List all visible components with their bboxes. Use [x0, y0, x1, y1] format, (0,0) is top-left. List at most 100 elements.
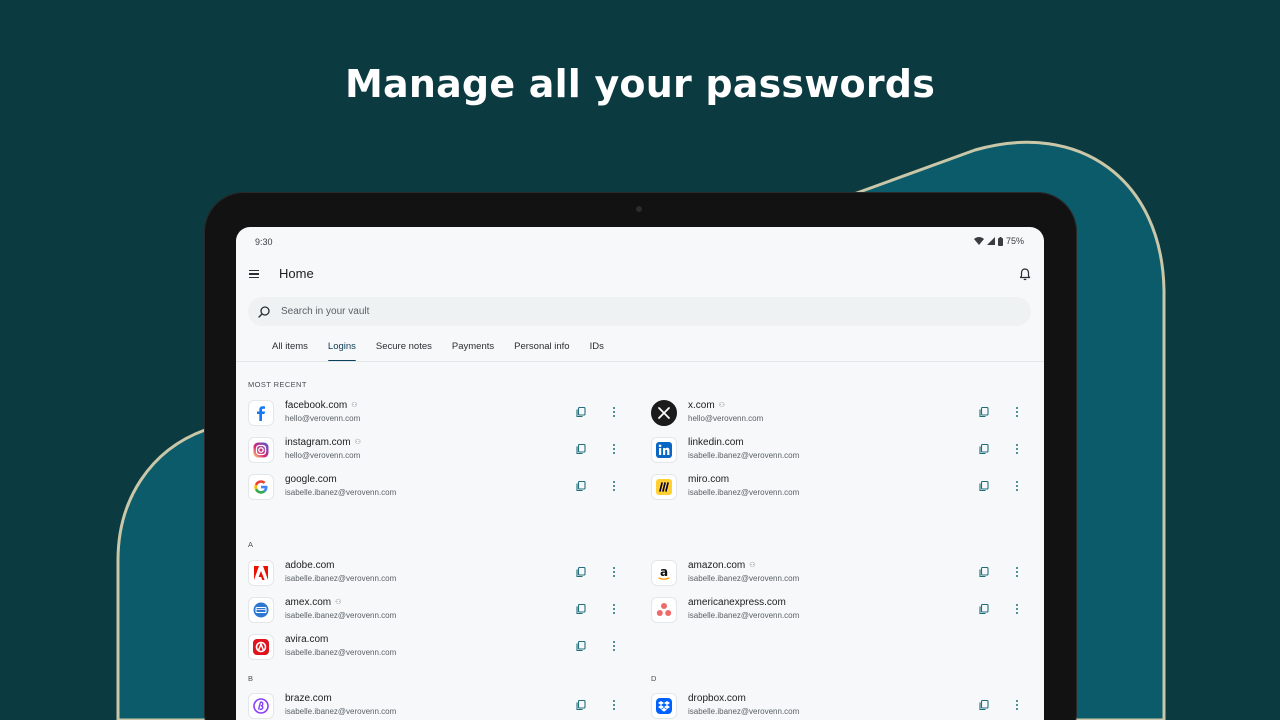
list-item-dropbox[interactable]: dropbox.com isabelle.ibanez@verovenn.com	[651, 688, 1034, 720]
username: isabelle.ibanez@verovenn.com	[285, 707, 397, 716]
site-name: dropbox.com	[688, 693, 746, 704]
username: hello@verovenn.com	[285, 414, 361, 423]
page-title: Home	[279, 266, 314, 281]
shared-icon: ⚇	[351, 402, 358, 409]
copy-icon[interactable]	[575, 443, 587, 455]
more-icon[interactable]	[1011, 603, 1023, 615]
username: hello@verovenn.com	[285, 451, 361, 460]
copy-icon[interactable]	[575, 699, 587, 711]
tab-logins[interactable]: Logins	[327, 337, 356, 362]
site-name: linkedin.com	[688, 437, 744, 448]
search-bar[interactable]	[248, 297, 1031, 326]
site-name: x.com ⚇	[688, 400, 725, 411]
google-icon	[248, 474, 274, 500]
site-name: amazon.com ⚇	[688, 560, 756, 571]
username: isabelle.ibanez@verovenn.com	[688, 707, 800, 716]
more-icon[interactable]	[608, 566, 620, 578]
copy-icon[interactable]	[575, 640, 587, 652]
wifi-icon	[973, 237, 984, 245]
site-name: amex.com ⚇	[285, 597, 342, 608]
search-input[interactable]	[281, 306, 881, 317]
dropbox-icon	[651, 693, 677, 719]
section-label-most-recent: MOST RECENT	[248, 380, 307, 389]
status-icons: 75%	[973, 236, 1024, 246]
copy-icon[interactable]	[978, 480, 990, 492]
bell-icon[interactable]	[1018, 267, 1032, 281]
section-label-b: B	[248, 674, 254, 683]
copy-icon[interactable]	[575, 406, 587, 418]
shared-icon: ⚇	[335, 599, 342, 606]
more-icon[interactable]	[608, 603, 620, 615]
camera-dot	[636, 206, 642, 212]
site-name: adobe.com	[285, 560, 335, 571]
list-item-linkedin[interactable]: linkedin.com isabelle.ibanez@verovenn.co…	[651, 432, 1034, 468]
copy-icon[interactable]	[575, 566, 587, 578]
username: isabelle.ibanez@verovenn.com	[285, 488, 397, 497]
username: isabelle.ibanez@verovenn.com	[285, 611, 397, 620]
username: isabelle.ibanez@verovenn.com	[688, 451, 800, 460]
more-icon[interactable]	[608, 443, 620, 455]
site-name: braze.com	[285, 693, 332, 704]
list-item-adobe[interactable]: adobe.com isabelle.ibanez@verovenn.com	[248, 555, 631, 591]
list-item-amazon[interactable]: a amazon.com ⚇ isabelle.ibanez@verovenn.c…	[651, 555, 1034, 591]
category-tabs: All items Logins Secure notes Payments P…	[272, 337, 624, 362]
facebook-icon	[248, 400, 274, 426]
more-icon[interactable]	[608, 640, 620, 652]
battery-level: 75%	[1005, 236, 1024, 246]
list-item-facebook[interactable]: facebook.com ⚇ hello@verovenn.com	[248, 395, 631, 431]
site-name: avira.com	[285, 634, 329, 645]
username: isabelle.ibanez@verovenn.com	[688, 574, 800, 583]
section-label-a: A	[248, 540, 254, 549]
battery-icon	[997, 236, 1003, 246]
more-icon[interactable]	[608, 406, 620, 418]
amex-icon	[248, 597, 274, 623]
avira-icon	[248, 634, 274, 660]
username: isabelle.ibanez@verovenn.com	[688, 488, 800, 497]
copy-icon[interactable]	[575, 480, 587, 492]
signal-icon	[986, 237, 995, 245]
more-icon[interactable]	[1011, 699, 1023, 711]
username: isabelle.ibanez@verovenn.com	[285, 574, 397, 583]
list-item-avira[interactable]: avira.com isabelle.ibanez@verovenn.com	[248, 629, 631, 665]
list-item-instagram[interactable]: instagram.com ⚇ hello@verovenn.com	[248, 432, 631, 468]
copy-icon[interactable]	[978, 566, 990, 578]
tab-secure-notes[interactable]: Secure notes	[376, 337, 432, 358]
copy-icon[interactable]	[978, 443, 990, 455]
instagram-icon	[248, 437, 274, 463]
svg-text:a: a	[660, 565, 668, 579]
miro-icon	[651, 474, 677, 500]
more-icon[interactable]	[1011, 443, 1023, 455]
list-item-americanexpress[interactable]: americanexpress.com isabelle.ibanez@vero…	[651, 592, 1034, 628]
copy-icon[interactable]	[575, 603, 587, 615]
list-item-amex[interactable]: amex.com ⚇ isabelle.ibanez@verovenn.com	[248, 592, 631, 628]
x-icon	[651, 400, 677, 426]
adobe-icon	[248, 560, 274, 586]
more-icon[interactable]	[1011, 566, 1023, 578]
tab-payments[interactable]: Payments	[452, 337, 494, 358]
shared-icon: ⚇	[354, 439, 361, 446]
list-item-x[interactable]: x.com ⚇ hello@verovenn.com	[651, 395, 1034, 431]
copy-icon[interactable]	[978, 699, 990, 711]
headline: Manage all your passwords	[344, 62, 936, 106]
tab-personal-info[interactable]: Personal info	[514, 337, 569, 358]
more-icon[interactable]	[608, 699, 620, 711]
list-item-miro[interactable]: miro.com isabelle.ibanez@verovenn.com	[651, 469, 1034, 505]
tab-ids[interactable]: IDs	[590, 337, 604, 358]
site-name: google.com	[285, 474, 337, 485]
more-icon[interactable]	[1011, 480, 1023, 492]
more-icon[interactable]	[1011, 406, 1023, 418]
more-icon[interactable]	[608, 480, 620, 492]
list-item-braze[interactable]: braze.com isabelle.ibanez@verovenn.com	[248, 688, 631, 720]
section-label-d: D	[651, 674, 657, 683]
site-name: miro.com	[688, 474, 730, 485]
menu-icon[interactable]	[249, 268, 261, 280]
linkedin-icon	[651, 437, 677, 463]
site-name: facebook.com ⚇	[285, 400, 358, 411]
status-time: 9:30	[255, 237, 273, 247]
tab-all-items[interactable]: All items	[272, 337, 308, 358]
site-name: americanexpress.com	[688, 597, 786, 608]
copy-icon[interactable]	[978, 603, 990, 615]
copy-icon[interactable]	[978, 406, 990, 418]
username: isabelle.ibanez@verovenn.com	[688, 611, 800, 620]
list-item-google[interactable]: google.com isabelle.ibanez@verovenn.com	[248, 469, 631, 505]
